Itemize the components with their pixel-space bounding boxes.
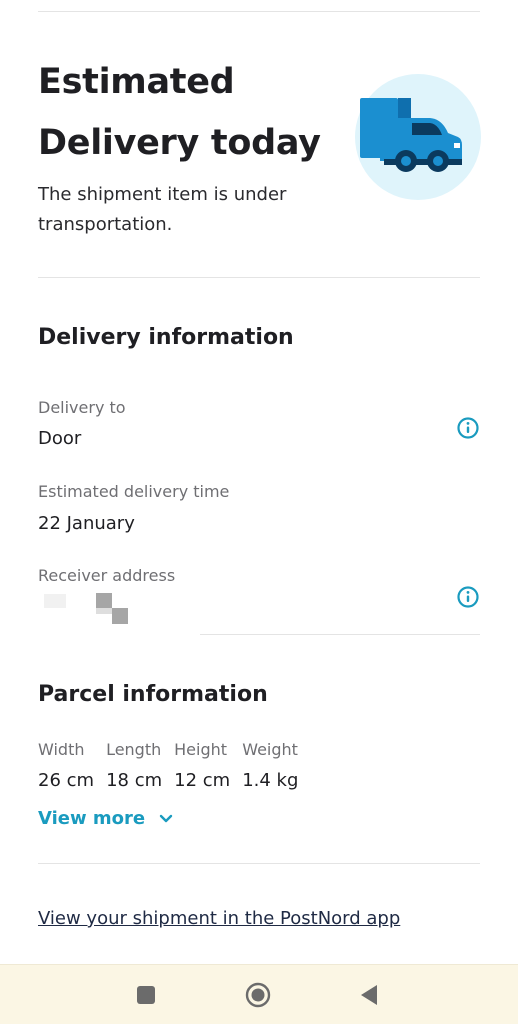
parcel-info-title: Parcel information [38, 682, 268, 707]
delivery-time-value: 22 January [38, 513, 135, 534]
delivery-divider [200, 634, 480, 635]
home-icon[interactable] [245, 982, 271, 1008]
dimension-height: Height 12 cm [174, 740, 230, 791]
title-line-2: Delivery today [38, 123, 321, 163]
delivery-status-subtitle: The shipment item is under transportatio… [38, 180, 328, 240]
chevron-down-icon [159, 814, 173, 822]
dimension-width: Width 26 cm [38, 740, 94, 791]
delivery-info-title: Delivery information [38, 325, 294, 350]
dimension-weight: Weight 1.4 kg [242, 740, 298, 791]
title-line-1: Estimated [38, 62, 235, 102]
dimension-length: Length 18 cm [106, 740, 162, 791]
height-label: Height [174, 740, 228, 759]
delivery-truck-icon [354, 73, 482, 201]
shipment-page: Estimated Delivery today The shipment it… [0, 0, 518, 1024]
length-label: Length [106, 740, 162, 759]
hero-divider [38, 277, 480, 278]
parcel-divider [38, 863, 480, 864]
postnord-app-link[interactable]: View your shipment in the PostNord app [38, 908, 400, 929]
subtitle-line-1: The shipment item is under [38, 184, 287, 205]
view-more-button[interactable]: View more [38, 808, 173, 829]
height-value: 12 cm [174, 770, 231, 791]
system-nav-bar [0, 964, 518, 1024]
delivery-to-value: Door [38, 428, 82, 449]
top-divider [38, 11, 480, 12]
view-more-label: View more [38, 808, 146, 829]
recent-apps-icon[interactable] [133, 982, 159, 1008]
width-label: Width [38, 740, 85, 759]
weight-value: 1.4 kg [242, 770, 299, 791]
delivery-to-label: Delivery to [38, 398, 126, 417]
delivery-status-title: Estimated Delivery today [38, 52, 321, 174]
weight-label: Weight [242, 740, 298, 759]
info-icon[interactable] [457, 417, 479, 439]
parcel-dimensions: Width 26 cm Length 18 cm Height 12 cm We… [38, 740, 310, 791]
length-value: 18 cm [106, 770, 163, 791]
back-icon[interactable] [357, 982, 383, 1008]
width-value: 26 cm [38, 770, 95, 791]
delivery-time-label: Estimated delivery time [38, 482, 230, 501]
info-icon[interactable] [457, 586, 479, 608]
subtitle-line-2: transportation. [38, 214, 173, 235]
receiver-address-label: Receiver address [38, 566, 176, 585]
